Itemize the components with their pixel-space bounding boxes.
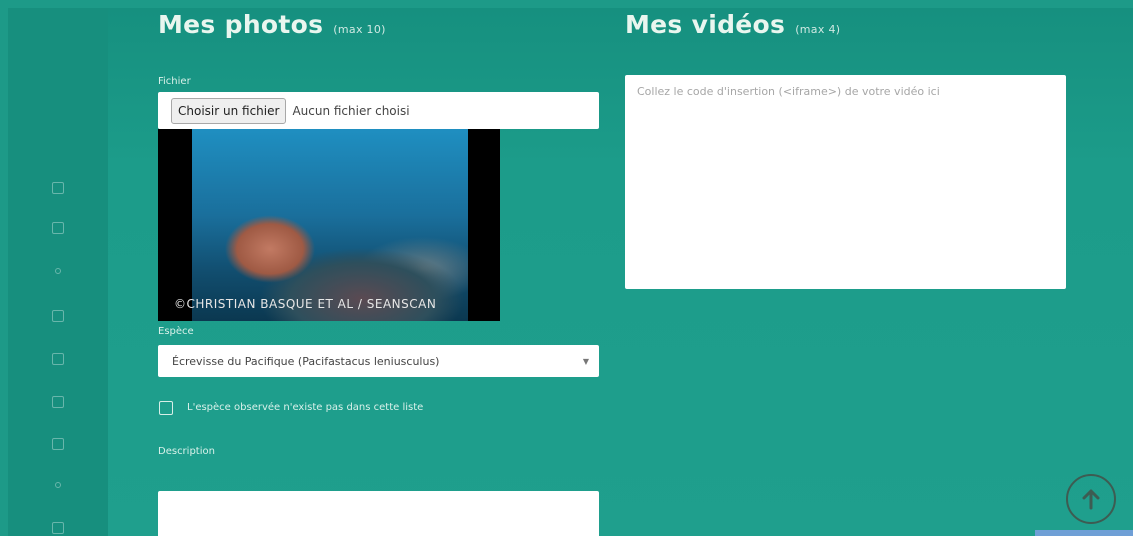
sidebar-globe-icon[interactable]	[52, 353, 64, 365]
left-sidebar	[8, 8, 108, 536]
scroll-to-top-button[interactable]	[1066, 474, 1116, 524]
sidebar-menu-icon[interactable]	[52, 522, 64, 534]
video-embed-placeholder: Collez le code d'insertion (<iframe>) de…	[637, 85, 940, 98]
photos-title: Mes photos (max 10)	[158, 10, 386, 39]
file-input[interactable]: Choisir un fichier Aucun fichier choisi	[158, 92, 599, 129]
photos-title-text: Mes photos	[158, 10, 324, 39]
species-select[interactable]: Écrevisse du Pacifique (Pacifastacus len…	[158, 345, 599, 377]
video-embed-textarea[interactable]: Collez le code d'insertion (<iframe>) de…	[625, 75, 1066, 289]
underwater-photo-image	[192, 129, 468, 321]
description-label: Description	[158, 446, 215, 457]
videos-title: Mes vidéos (max 4)	[625, 10, 840, 39]
sidebar-home-icon[interactable]	[52, 182, 64, 194]
photo-preview: ©CHRISTIAN BASQUE ET AL / SEANSCAN	[158, 129, 500, 321]
sidebar-list-icon[interactable]	[52, 396, 64, 408]
photo-credit: ©CHRISTIAN BASQUE ET AL / SEANSCAN	[174, 297, 437, 311]
sidebar-dot-icon[interactable]	[55, 268, 61, 274]
species-not-listed-label: L'espèce observée n'existe pas dans cett…	[187, 402, 424, 413]
file-status-text: Aucun fichier choisi	[292, 103, 410, 118]
sidebar-dot-icon[interactable]	[55, 482, 61, 488]
videos-title-text: Mes vidéos	[625, 10, 786, 39]
description-textarea[interactable]	[158, 491, 599, 536]
choose-file-button[interactable]: Choisir un fichier	[171, 97, 287, 124]
file-label: Fichier	[158, 76, 191, 87]
bottom-accent-bar	[1035, 530, 1133, 536]
videos-max-note: (max 4)	[795, 23, 841, 36]
species-not-listed-checkbox[interactable]	[159, 401, 173, 415]
photos-max-note: (max 10)	[333, 23, 386, 36]
species-select-value: Écrevisse du Pacifique (Pacifastacus len…	[172, 354, 440, 368]
sidebar-settings-icon[interactable]	[52, 438, 64, 450]
sidebar-user-icon[interactable]	[52, 310, 64, 322]
species-label: Espèce	[158, 326, 194, 337]
sidebar-grid-icon[interactable]	[52, 222, 64, 234]
arrow-up-circle-icon	[1082, 489, 1100, 510]
chevron-down-icon: ▼	[582, 357, 589, 366]
